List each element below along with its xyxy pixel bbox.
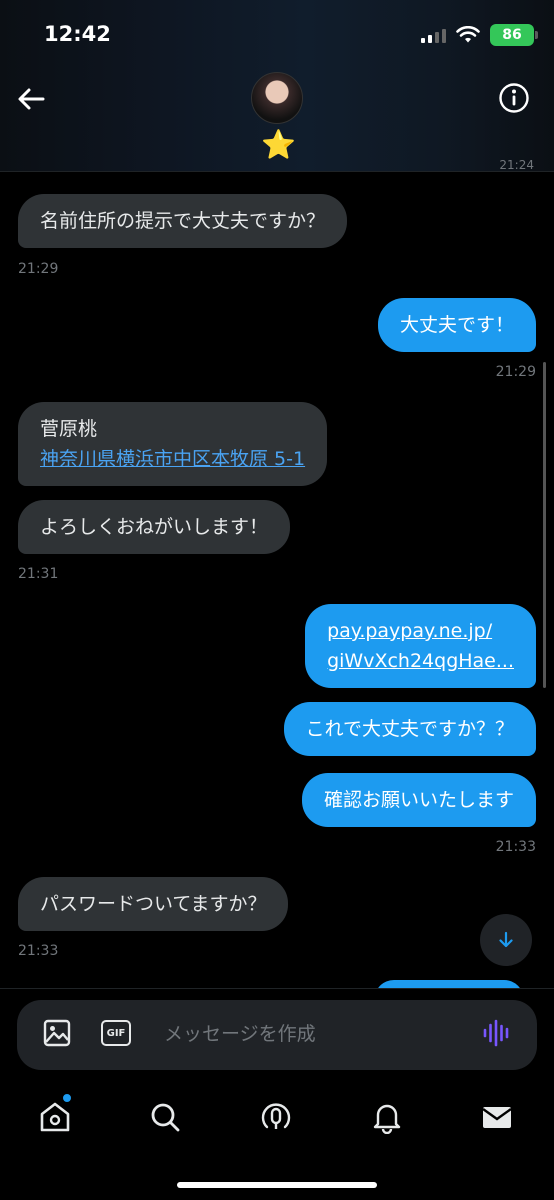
paypay-link-line2[interactable]: giWvXch24qgHae... [327, 646, 514, 676]
sent-link-message[interactable]: pay.paypay.ne.jp/ giWvXch24qgHae... [305, 604, 536, 688]
message-text: 名前住所の提示で大丈夫ですか？ [40, 210, 326, 232]
home-icon[interactable] [38, 1100, 72, 1134]
wifi-icon [456, 26, 480, 43]
message-timestamp: 21:33 [495, 839, 536, 855]
message-timestamp: 21:29 [495, 364, 536, 380]
received-message[interactable]: パスワードついてますか？ [18, 877, 289, 931]
message-text: これで大丈夫ですか？？ [305, 718, 514, 740]
paypay-link-line1[interactable]: pay.paypay.ne.jp/ [327, 616, 514, 646]
contact-name: 菅原桃 [40, 418, 98, 440]
received-message[interactable]: 名前住所の提示で大丈夫ですか？ [18, 194, 348, 248]
message-text: よろしくおねがいします！ [40, 516, 269, 538]
contact-avatar[interactable] [251, 72, 303, 124]
image-icon[interactable] [42, 1018, 72, 1048]
cellular-signal-icon [421, 27, 446, 43]
back-arrow-icon[interactable] [14, 82, 48, 116]
address-link[interactable]: 神奈川県横浜市中区本牧原 5-1 [40, 444, 305, 474]
received-message[interactable]: よろしくおねがいします！ [18, 500, 291, 554]
voice-waveform-icon[interactable] [482, 1018, 512, 1048]
sent-message[interactable]: 大丈夫です！ [377, 298, 536, 352]
scroll-to-bottom-button[interactable] [480, 914, 532, 966]
sent-message[interactable]: 確認お願いいたします [301, 773, 536, 827]
mail-icon[interactable] [480, 1100, 514, 1134]
message-text: パスワードついてますか？ [40, 893, 267, 915]
home-indicator [177, 1182, 377, 1188]
received-message[interactable]: 菅原桃 神奈川県横浜市中区本牧原 5-1 [18, 402, 328, 486]
gif-button[interactable]: GIF [101, 1020, 131, 1046]
status-time: 12:42 [44, 22, 111, 46]
previous-timestamp: 21:24 [499, 158, 534, 172]
spaces-icon[interactable] [259, 1100, 293, 1134]
bell-icon[interactable] [370, 1100, 404, 1134]
battery-indicator: 86 [490, 24, 538, 46]
message-text: 大丈夫です！ [399, 314, 514, 336]
message-input[interactable] [164, 1018, 454, 1050]
message-timestamp: 21:31 [18, 566, 59, 582]
message-timestamp: 21:33 [18, 943, 59, 959]
status-icons: 86 [421, 24, 538, 46]
message-timestamp: 21:29 [18, 261, 59, 277]
sent-message[interactable]: これで大丈夫ですか？？ [283, 702, 536, 756]
arrow-down-icon [499, 931, 513, 948]
star-badge: ⭐ [261, 128, 296, 161]
notification-dot [62, 1093, 72, 1103]
info-icon[interactable] [498, 82, 530, 114]
search-icon[interactable] [148, 1100, 182, 1134]
message-text: 確認お願いいたします [323, 789, 514, 811]
scrollbar[interactable] [543, 362, 546, 688]
